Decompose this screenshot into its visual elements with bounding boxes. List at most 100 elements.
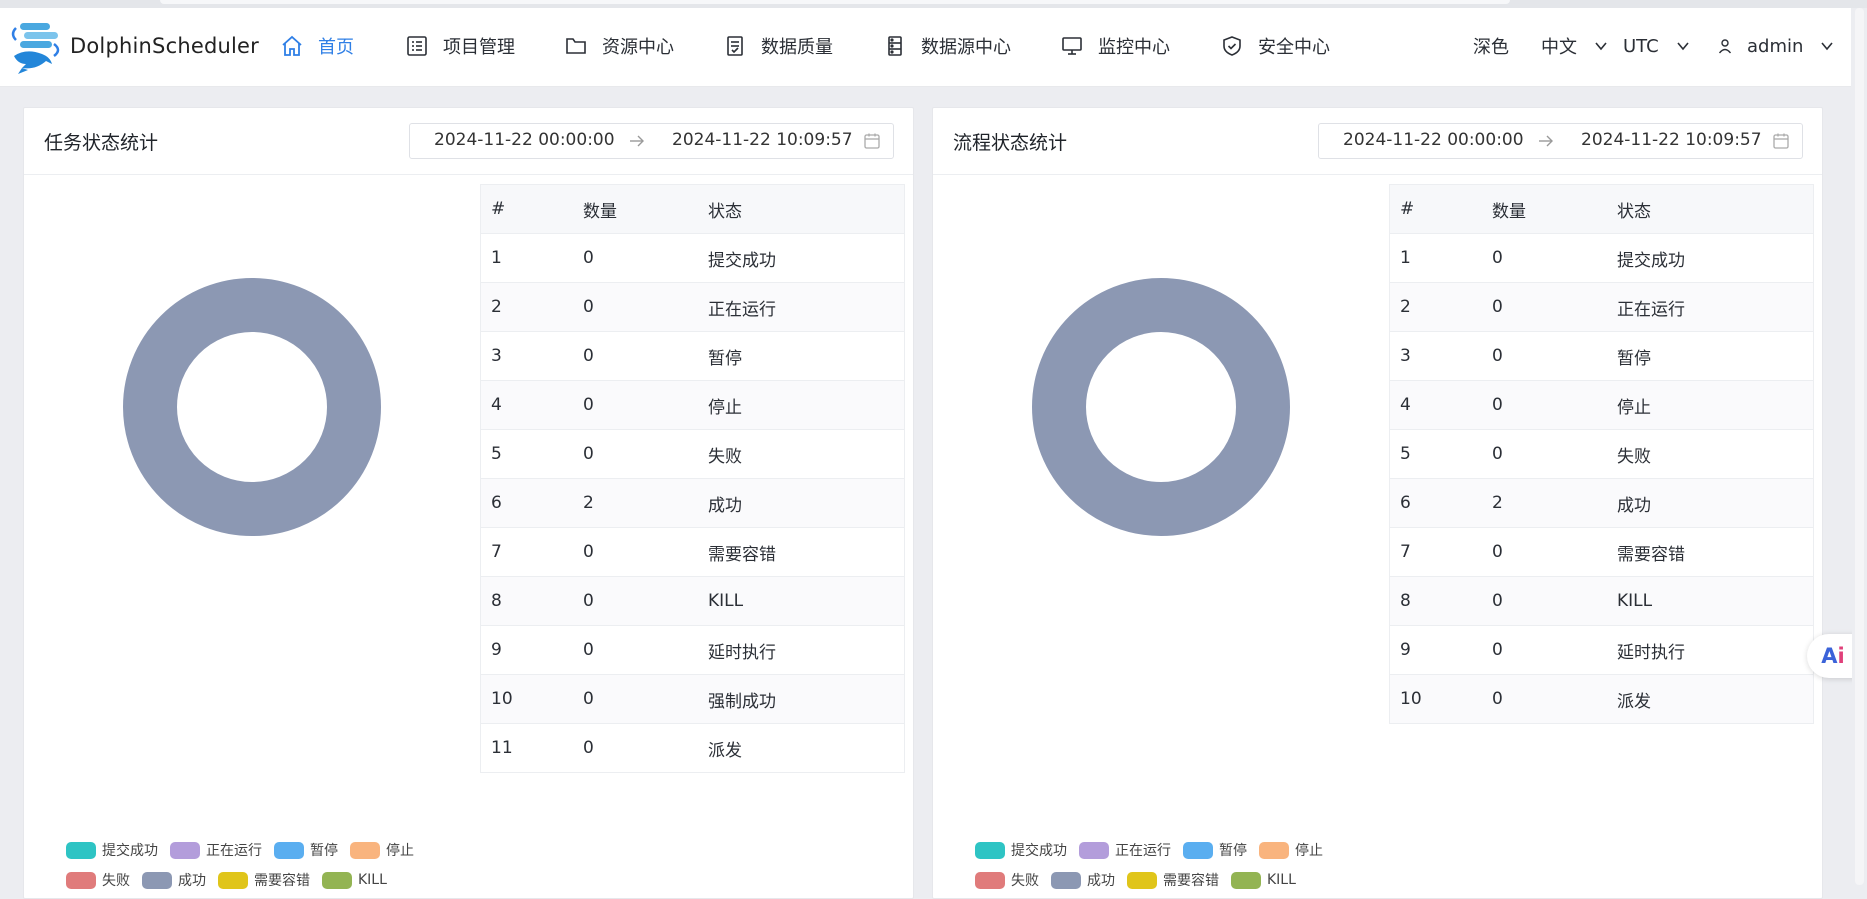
row-status: 强制成功	[698, 674, 905, 724]
table-header-row: # 数量 状态	[1389, 184, 1814, 234]
theme-toggle[interactable]: 深色	[1473, 30, 1509, 62]
list-icon	[407, 36, 427, 56]
dolphinscheduler-logo[interactable]	[8, 20, 64, 76]
legend-item[interactable]: 需要容错	[218, 870, 310, 890]
legend-item[interactable]: 停止	[350, 840, 414, 860]
legend-item[interactable]: 失败	[66, 870, 130, 890]
scrollbar-thumb[interactable]	[1855, 8, 1864, 885]
table-row: 6 2 成功	[1389, 478, 1814, 528]
legend-item[interactable]: 正在运行	[1079, 840, 1171, 860]
user-dropdown[interactable]: admin	[1717, 30, 1835, 62]
legend-swatch	[142, 871, 172, 889]
legend-label: 暂停	[1219, 843, 1247, 859]
table-row: 3 0 暂停	[1389, 331, 1814, 381]
row-status: 延时执行	[1607, 625, 1814, 675]
legend-swatch	[322, 871, 352, 889]
legend-item[interactable]: 暂停	[274, 840, 338, 860]
legend-swatch	[170, 841, 200, 859]
date-range-picker[interactable]: 2024-11-22 00:00:00 2024-11-22 10:09:57	[409, 123, 894, 159]
table-row: 1 0 提交成功	[1389, 233, 1814, 283]
row-index: 9	[1389, 625, 1482, 675]
table-row: 5 0 失败	[480, 429, 905, 479]
row-status: 停止	[698, 380, 905, 430]
row-count: 0	[573, 723, 698, 773]
table-row: 2 0 正在运行	[480, 282, 905, 332]
legend-item[interactable]: 成功	[1051, 870, 1115, 890]
column-header-count: 数量	[573, 184, 698, 234]
start-date[interactable]: 2024-11-22 00:00:00	[434, 130, 615, 150]
legend-label: 失败	[1011, 873, 1039, 889]
legend-item[interactable]: 成功	[142, 870, 206, 890]
donut-slice-success	[1032, 278, 1290, 536]
nav-datasource-center[interactable]: 数据源中心	[883, 30, 1011, 62]
process-status-card: 流程状态统计 2024-11-22 00:00:00 2024-11-22 10…	[932, 107, 1823, 899]
row-status: KILL	[1607, 576, 1814, 626]
calendar-icon[interactable]	[1772, 132, 1790, 150]
row-index: 11	[480, 723, 573, 773]
legend-row: 提交成功 正在运行 暂停 停止	[975, 835, 1375, 865]
row-index: 4	[480, 380, 573, 430]
end-date[interactable]: 2024-11-22 10:09:57	[1581, 130, 1762, 150]
nav-home[interactable]: 首页	[280, 30, 354, 62]
nav-datasource-center-label: 数据源中心	[921, 37, 1011, 58]
legend-label: 停止	[1295, 843, 1323, 859]
nav-project-management-label: 项目管理	[443, 37, 515, 58]
legend-item[interactable]: 暂停	[1183, 840, 1247, 860]
legend-swatch	[66, 841, 96, 859]
calendar-icon[interactable]	[863, 132, 881, 150]
table-row: 3 0 暂停	[480, 331, 905, 381]
language-dropdown[interactable]: 中文	[1541, 30, 1609, 62]
row-index: 10	[480, 674, 573, 724]
legend-item[interactable]: KILL	[322, 871, 387, 889]
row-count: 0	[573, 527, 698, 577]
end-date[interactable]: 2024-11-22 10:09:57	[672, 130, 853, 150]
chevron-down-icon	[1677, 42, 1689, 51]
row-count: 0	[573, 331, 698, 381]
row-count: 0	[1482, 233, 1607, 283]
nav-project-management[interactable]: 项目管理	[405, 30, 515, 62]
chart-legend: 提交成功 正在运行 暂停 停止 失败 成功 需要容错 KILL	[66, 835, 466, 895]
nav-resource-center-label: 资源中心	[602, 37, 674, 58]
nav-security-center[interactable]: 安全中心	[1220, 30, 1330, 62]
column-header-index: #	[1389, 184, 1482, 234]
row-index: 4	[1389, 380, 1482, 430]
legend-row: 提交成功 正在运行 暂停 停止	[66, 835, 466, 865]
timezone-dropdown[interactable]: UTC	[1623, 30, 1691, 62]
legend-item[interactable]: 失败	[975, 870, 1039, 890]
legend-item[interactable]: KILL	[1231, 871, 1296, 889]
row-count: 0	[573, 282, 698, 332]
legend-label: KILL	[358, 872, 387, 888]
row-count: 2	[1482, 478, 1607, 528]
shield-icon	[1223, 36, 1241, 56]
card-title: 任务状态统计	[44, 132, 159, 154]
card-header: 流程状态统计 2024-11-22 00:00:00 2024-11-22 10…	[933, 108, 1822, 175]
row-index: 2	[1389, 282, 1482, 332]
legend-item[interactable]: 正在运行	[170, 840, 262, 860]
row-index: 2	[480, 282, 573, 332]
date-range-picker[interactable]: 2024-11-22 00:00:00 2024-11-22 10:09:57	[1318, 123, 1803, 159]
task-status-table: # 数量 状态 1 0 提交成功 2 0 正在运行 3 0 暂停 4 0 停止 5 0 失败 6 2 成功 7 0 需要…	[480, 184, 905, 773]
status-donut-chart	[123, 278, 381, 536]
legend-item[interactable]: 需要容错	[1127, 870, 1219, 890]
row-count: 0	[573, 576, 698, 626]
page-scrollbar[interactable]	[1852, 8, 1867, 885]
card-title: 流程状态统计	[953, 132, 1068, 154]
table-row: 7 0 需要容错	[1389, 527, 1814, 577]
table-row: 10 0 强制成功	[480, 674, 905, 724]
legend-item[interactable]: 提交成功	[975, 840, 1067, 860]
table-row: 6 2 成功	[480, 478, 905, 528]
column-header-count: 数量	[1482, 184, 1607, 234]
nav-resource-center[interactable]: 资源中心	[564, 30, 674, 62]
nav-monitor-center[interactable]: 监控中心	[1060, 30, 1170, 62]
legend-item[interactable]: 提交成功	[66, 840, 158, 860]
start-date[interactable]: 2024-11-22 00:00:00	[1343, 130, 1524, 150]
row-status: 正在运行	[1607, 282, 1814, 332]
row-count: 0	[1482, 380, 1607, 430]
row-status: 失败	[1607, 429, 1814, 479]
nav-data-quality[interactable]: 数据质量	[723, 30, 833, 62]
row-index: 7	[480, 527, 573, 577]
legend-item[interactable]: 停止	[1259, 840, 1323, 860]
card-header: 任务状态统计 2024-11-22 00:00:00 2024-11-22 10…	[24, 108, 913, 175]
row-count: 0	[1482, 282, 1607, 332]
table-row: 7 0 需要容错	[480, 527, 905, 577]
